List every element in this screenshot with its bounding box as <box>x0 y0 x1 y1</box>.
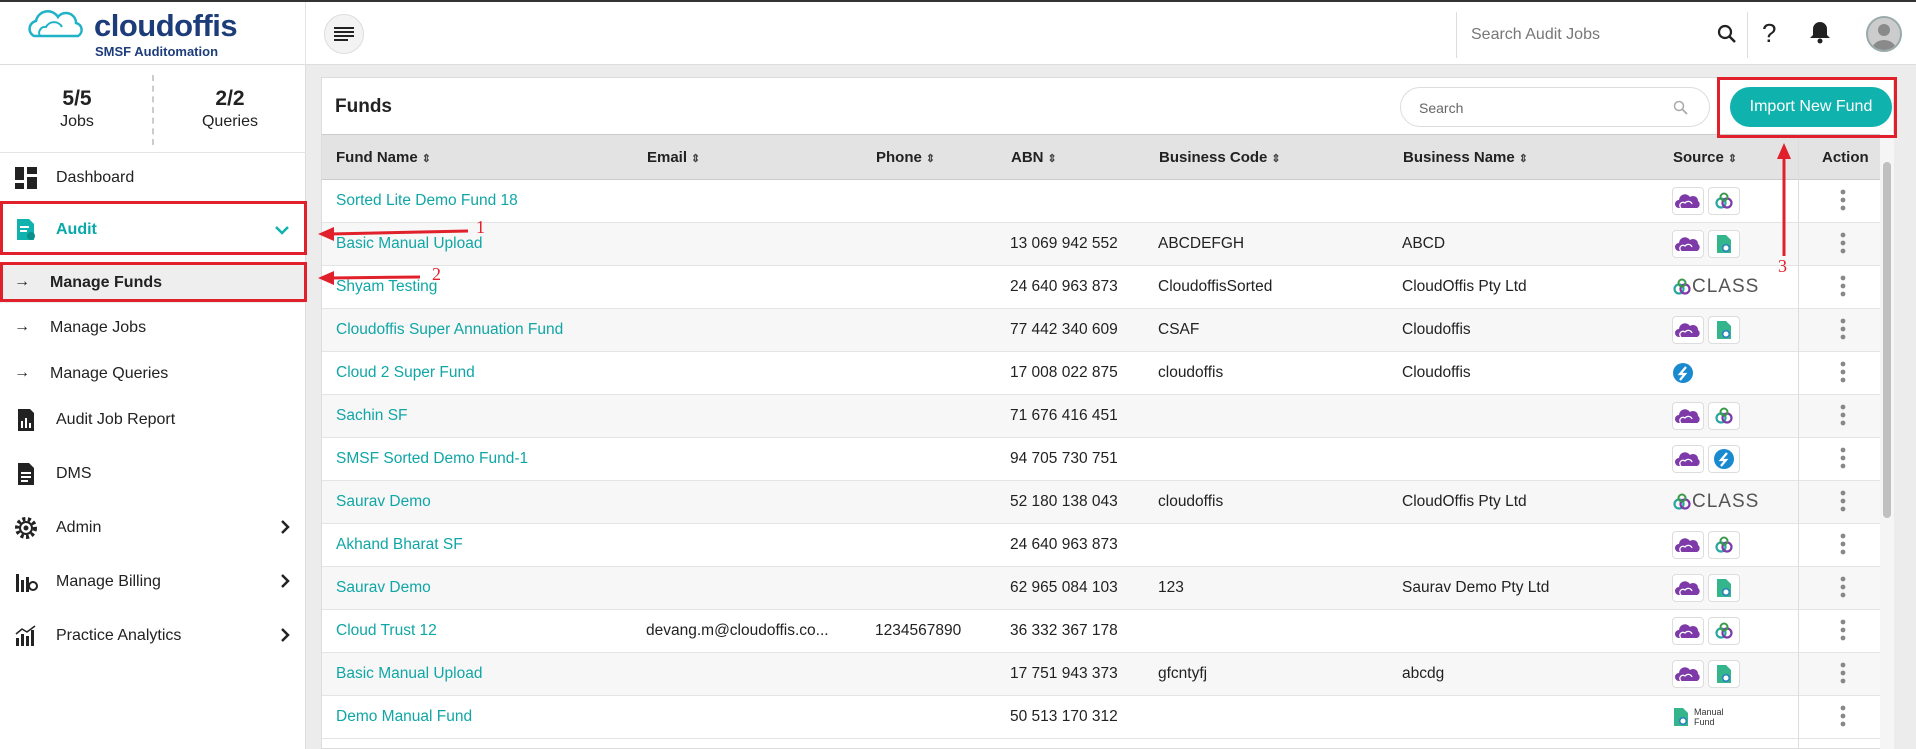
annotation-number-3: 3 <box>1778 256 1787 276</box>
annotation-number-1: 1 <box>476 217 485 237</box>
annotation-number-2: 2 <box>432 264 441 284</box>
annotation-arrows <box>318 143 1791 285</box>
